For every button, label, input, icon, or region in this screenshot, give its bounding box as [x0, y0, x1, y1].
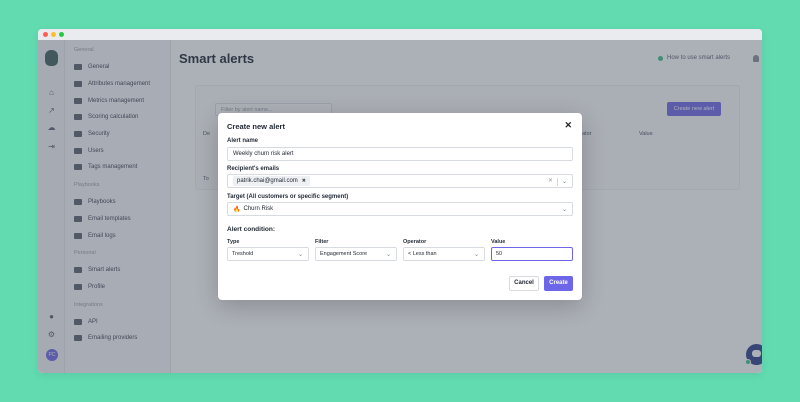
clear-icon[interactable]: ✕ [548, 177, 553, 184]
filter-label: Filter [315, 239, 329, 245]
create-button[interactable]: Create [544, 276, 573, 291]
modal-title: Create new alert [227, 122, 285, 131]
remove-recipient-icon[interactable]: ✖ [302, 178, 306, 184]
alert-name-input[interactable]: Weekly churn risk alert [227, 147, 573, 161]
minimize-window-button[interactable] [51, 32, 56, 37]
close-window-button[interactable] [43, 32, 48, 37]
value-input[interactable]: 50 [491, 247, 573, 261]
cancel-button[interactable]: Cancel [509, 276, 539, 291]
operator-label: Operator [403, 239, 427, 245]
chevron-down-icon[interactable]: ⌄ [562, 206, 567, 213]
filter-select[interactable]: Engagement Score ⌄ [315, 247, 397, 261]
recipients-label: Recipient's emails [227, 166, 280, 172]
alert-condition-heading: Alert condition: [227, 226, 276, 233]
chevron-down-icon: ⌄ [473, 252, 479, 258]
fire-icon: 🔥 [233, 206, 241, 213]
type-label: Type [227, 239, 240, 245]
maximize-window-button[interactable] [59, 32, 64, 37]
divider [557, 178, 558, 186]
window-titlebar [38, 29, 762, 40]
chevron-down-icon: ⌄ [385, 252, 391, 258]
close-icon[interactable]: ✕ [564, 120, 572, 131]
recipients-select[interactable]: patrik.chai@gmail.com ✖ ✕ ⌄ [227, 174, 573, 188]
operator-select[interactable]: < Less than ⌄ [403, 247, 485, 261]
create-alert-modal: Create new alert ✕ Alert name Weekly chu… [218, 113, 582, 300]
alert-name-label: Alert name [227, 138, 259, 144]
target-select[interactable]: 🔥 Churn Risk ⌄ [227, 202, 573, 216]
chevron-down-icon[interactable]: ⌄ [562, 178, 567, 185]
target-label: Target (All customers or specific segmen… [227, 194, 349, 200]
chevron-down-icon: ⌄ [297, 252, 303, 258]
recipient-chip: patrik.chai@gmail.com ✖ [233, 176, 310, 186]
type-select[interactable]: Treshold ⌄ [227, 247, 309, 261]
value-label: Value [491, 239, 506, 245]
